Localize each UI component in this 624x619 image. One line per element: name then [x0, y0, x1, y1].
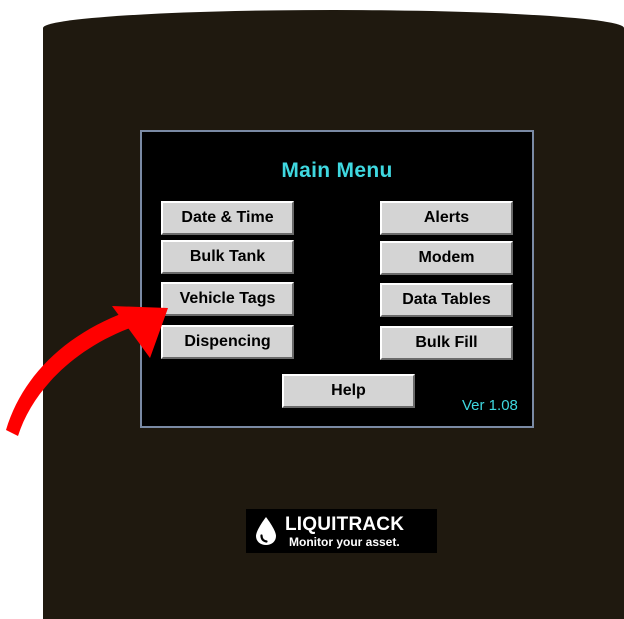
droplet-icon [256, 517, 276, 545]
logo-tagline: Monitor your asset. [289, 534, 400, 549]
main-menu-panel: Main Menu Date & Time Bulk Tank Vehicle … [140, 130, 534, 428]
liquitrack-logo: LIQUITRACK Monitor your asset. [246, 509, 437, 553]
stage: Main Menu Date & Time Bulk Tank Vehicle … [0, 0, 624, 619]
help-button[interactable]: Help [282, 374, 415, 408]
bulk-tank-button[interactable]: Bulk Tank [161, 240, 294, 274]
logo-name: LIQUITRACK [285, 513, 405, 535]
modem-button[interactable]: Modem [380, 241, 513, 275]
logo-text: LIQUITRACK Monitor your asset. [285, 515, 404, 548]
date-time-button[interactable]: Date & Time [161, 201, 294, 235]
menu-title: Main Menu [281, 159, 393, 182]
dispencing-button[interactable]: Dispencing [161, 325, 294, 359]
data-tables-button[interactable]: Data Tables [380, 283, 513, 317]
version-label: Ver 1.08 [462, 397, 518, 414]
bulk-fill-button[interactable]: Bulk Fill [380, 326, 513, 360]
vehicle-tags-button[interactable]: Vehicle Tags [161, 282, 294, 316]
alerts-button[interactable]: Alerts [380, 201, 513, 235]
